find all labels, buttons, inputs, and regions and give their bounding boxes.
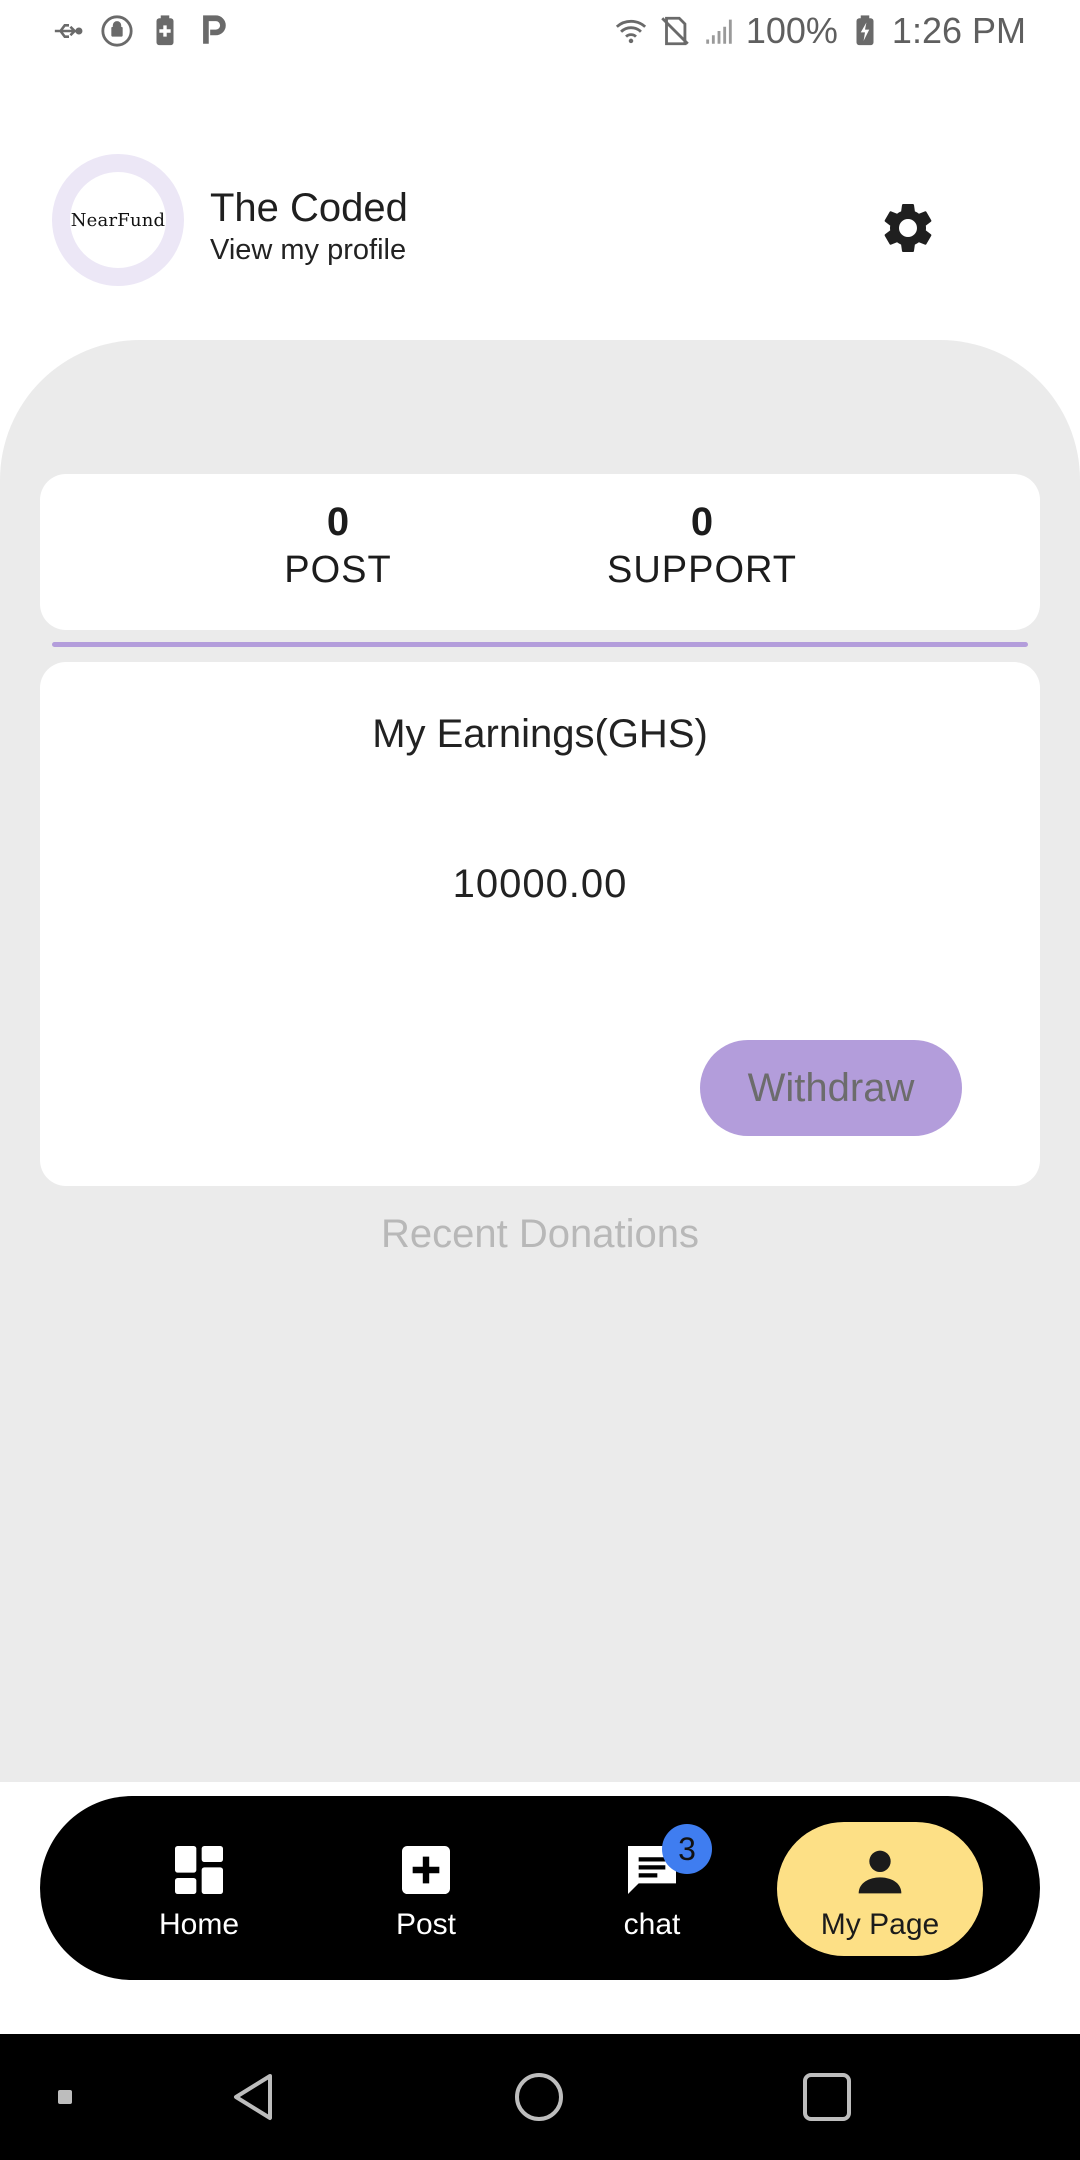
- battery-plus-icon: [156, 15, 174, 46]
- main-panel: 0 POST 0 SUPPORT My Earnings(GHS) 10000.…: [0, 340, 1080, 1782]
- nav-home[interactable]: Home: [99, 1796, 299, 1980]
- nav-chat-label: chat: [623, 1908, 681, 1941]
- stat-post[interactable]: 0 POST: [208, 500, 468, 592]
- battery-charging-icon: [856, 15, 874, 46]
- stat-support-value: 0: [690, 500, 714, 544]
- usb-icon: [54, 24, 83, 38]
- avatar[interactable]: NearFund: [52, 154, 184, 286]
- nav-post[interactable]: Post: [326, 1796, 526, 1980]
- p-app-icon: [203, 15, 226, 44]
- profile-name: The Coded: [210, 186, 408, 230]
- status-bar: 100% 1:26 PM: [0, 0, 1080, 64]
- earnings-amount: 10000.00: [452, 862, 628, 906]
- recent-dot-icon[interactable]: [56, 2088, 74, 2106]
- status-right: 100% 1:26 PM: [614, 10, 1026, 52]
- android-sync-icon: [101, 15, 133, 47]
- earnings-title: My Earnings(GHS): [372, 712, 708, 756]
- stats-card: 0 POST 0 SUPPORT: [40, 474, 1040, 630]
- system-nav-bar: [0, 2034, 1080, 2160]
- wifi-lock-icon: [615, 19, 646, 44]
- overview-square-icon[interactable]: [802, 2072, 852, 2122]
- nav-my-page[interactable]: My Page: [777, 1822, 983, 1956]
- stat-post-value: 0: [326, 500, 350, 544]
- gear-icon[interactable]: [878, 198, 938, 258]
- status-left-icons: [52, 14, 230, 48]
- nav-my-page-label: My Page: [820, 1908, 940, 1941]
- back-icon[interactable]: [228, 2072, 278, 2122]
- status-time: 1:26 PM: [891, 10, 1026, 51]
- earnings-card: My Earnings(GHS) 10000.00 Withdraw: [40, 662, 1040, 1186]
- person-icon: [858, 1850, 902, 1894]
- withdraw-button[interactable]: Withdraw: [700, 1040, 962, 1136]
- view-profile-link[interactable]: View my profile: [210, 234, 406, 267]
- stat-support-label: SUPPORT: [606, 549, 797, 591]
- stat-support[interactable]: 0 SUPPORT: [572, 500, 832, 592]
- bottom-nav: Home Post 3 chat My Page: [40, 1796, 1040, 1980]
- nav-chat[interactable]: 3 chat: [552, 1796, 752, 1980]
- chat-badge: 3: [662, 1824, 712, 1874]
- nav-home-label: Home: [158, 1908, 240, 1941]
- divider: [52, 642, 1028, 647]
- dashboard-icon: [175, 1846, 223, 1894]
- no-sim-icon: [661, 16, 689, 46]
- nav-post-label: Post: [395, 1908, 457, 1941]
- recent-donations-heading: Recent Donations: [381, 1212, 699, 1256]
- add-box-icon: [402, 1846, 450, 1894]
- profile-header: NearFund The Coded View my profile: [0, 150, 1080, 290]
- battery-percent: 100%: [745, 10, 838, 51]
- signal-icon: [706, 19, 732, 44]
- app-screen: 100% 1:26 PM NearFund The Coded View my …: [0, 0, 1080, 2160]
- avatar-logo-text: NearFund: [70, 209, 166, 231]
- stat-post-label: POST: [284, 549, 392, 591]
- home-circle-icon[interactable]: [514, 2072, 564, 2122]
